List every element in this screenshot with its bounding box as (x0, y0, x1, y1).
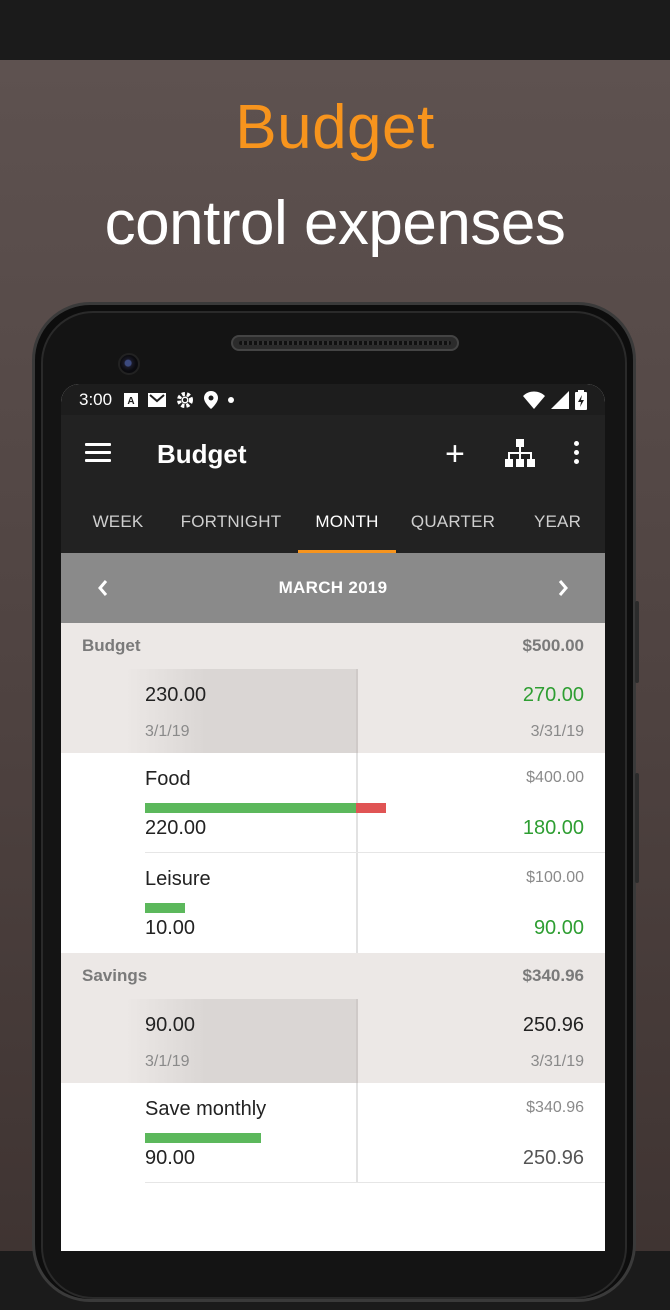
divider (145, 1182, 605, 1183)
chevron-right-icon (558, 580, 568, 596)
section-summary[interactable]: 230.00 270.00 3/1/19 3/31/19 (61, 669, 605, 753)
settings-icon (177, 391, 194, 408)
a-icon: A (124, 392, 139, 407)
summary-end-date: 3/31/19 (530, 723, 584, 740)
status-bar: 3:00 A (61, 384, 605, 415)
signal-icon (551, 390, 569, 409)
period-tabs: WEEK FORTNIGHT MONTH QUARTER YEAR (61, 499, 605, 553)
summary-end-date: 3/31/19 (530, 1053, 584, 1070)
item-budget: $340.96 (526, 1099, 584, 1116)
battery-icon (575, 389, 587, 410)
item-budget: $100.00 (526, 869, 584, 886)
item-spent: 90.00 (145, 1147, 196, 1169)
progress-bar-spent (145, 803, 356, 813)
volume-button (635, 601, 639, 683)
item-remaining: 250.96 (522, 1147, 584, 1169)
wifi-icon (523, 391, 545, 409)
divider (356, 669, 358, 753)
section-summary[interactable]: 90.00 250.96 3/1/19 3/31/19 (61, 999, 605, 1083)
app-screen: 3:00 A Budget + WEEK FORTNIGHT MONTH QUA… (61, 384, 605, 1251)
item-name: Save monthly (145, 1098, 267, 1120)
item-remaining: 90.00 (533, 917, 584, 939)
tab-year[interactable]: YEAR (510, 499, 605, 553)
tab-month[interactable]: MONTH (298, 499, 396, 553)
section-header-savings[interactable]: Savings $340.96 (61, 953, 605, 999)
add-icon[interactable]: + (445, 437, 465, 471)
section-header-budget[interactable]: Budget $500.00 (61, 623, 605, 669)
summary-start-date: 3/1/19 (145, 1053, 190, 1070)
promo-title: Budget (235, 93, 435, 162)
status-time: 3:00 (79, 389, 113, 409)
section-name: Budget (82, 636, 141, 655)
previous-period-button[interactable] (91, 574, 115, 602)
list-item-food[interactable]: Food $400.00 220.00 180.00 (61, 753, 605, 853)
section-total: $500.00 (522, 636, 584, 655)
tab-week[interactable]: WEEK (61, 499, 175, 553)
dot-icon (228, 396, 235, 403)
divider (356, 999, 358, 1083)
chevron-left-icon (98, 580, 108, 596)
app-bar: Budget + WEEK FORTNIGHT MONTH QUARTER YE… (61, 415, 605, 553)
section-total: $340.96 (522, 966, 584, 985)
section-name: Savings (82, 966, 148, 985)
item-spent: 10.00 (145, 917, 196, 939)
top-bar (0, 0, 670, 60)
list-item-leisure[interactable]: Leisure $100.00 10.00 90.00 (61, 853, 605, 953)
app-title: Budget (157, 439, 247, 469)
item-name: Food (145, 768, 191, 790)
mail-icon (148, 392, 167, 407)
hierarchy-icon[interactable] (505, 439, 535, 467)
period-navigator: MARCH 2019 (61, 553, 605, 623)
summary-remaining: 270.00 (522, 684, 584, 706)
menu-icon[interactable] (85, 443, 111, 463)
item-budget: $400.00 (526, 769, 584, 786)
item-name: Leisure (145, 868, 211, 890)
more-options-icon[interactable] (569, 441, 583, 467)
tab-fortnight[interactable]: FORTNIGHT (175, 499, 287, 553)
next-period-button[interactable] (551, 574, 575, 602)
period-label: MARCH 2019 (278, 578, 388, 597)
svg-text:A: A (127, 396, 134, 407)
item-spent: 220.00 (145, 817, 207, 839)
divider (356, 853, 358, 953)
promo-subtitle: control expenses (104, 189, 566, 258)
progress-bar-overspend (356, 803, 386, 813)
summary-spent: 230.00 (145, 684, 207, 706)
progress-bar-spent (145, 903, 185, 913)
location-icon (204, 390, 219, 409)
power-button (635, 773, 639, 883)
tab-quarter[interactable]: QUARTER (396, 499, 510, 553)
divider (356, 1083, 358, 1183)
summary-spent: 90.00 (145, 1014, 196, 1036)
progress-bar-spent (145, 1133, 261, 1143)
speaker-grille (231, 335, 459, 351)
summary-remaining: 250.96 (522, 1014, 584, 1036)
item-remaining: 180.00 (522, 817, 584, 839)
camera-icon (118, 353, 140, 375)
summary-start-date: 3/1/19 (145, 723, 190, 740)
list-item-save-monthly[interactable]: Save monthly $340.96 90.00 250.96 (61, 1083, 605, 1183)
